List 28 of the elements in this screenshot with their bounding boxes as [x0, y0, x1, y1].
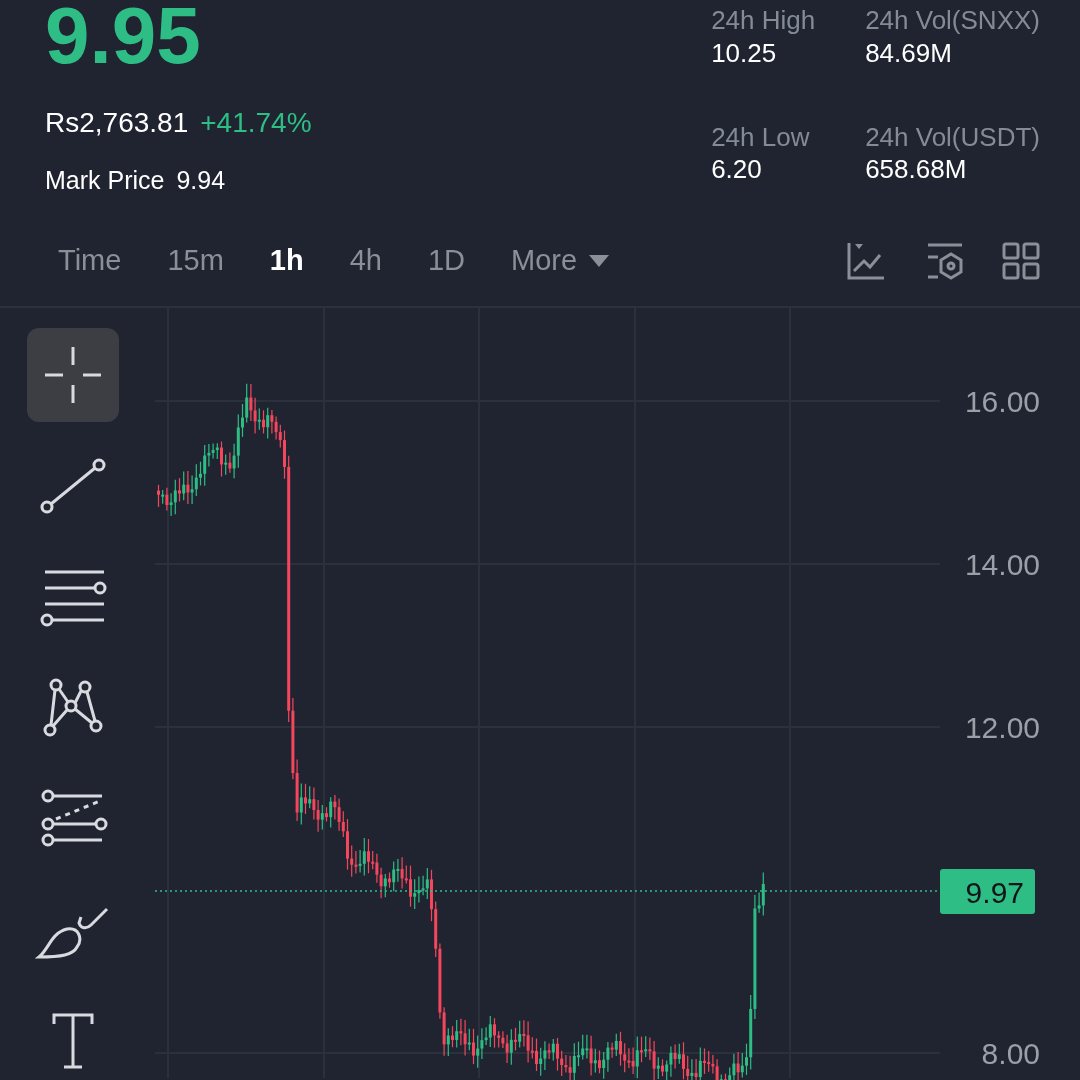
interval-tab[interactable]: 15m	[149, 234, 242, 287]
price-axis-label: 8.00	[981, 1037, 1040, 1070]
price-axis-label: 12.00	[964, 711, 1040, 744]
stat-value: 84.69M	[865, 36, 953, 69]
price-axis-label: 16.00	[964, 385, 1040, 418]
fiat-price: Rs2,763.81	[45, 106, 189, 140]
stat-value: 6.20	[711, 153, 763, 186]
stat-label: 24h Low	[711, 120, 811, 153]
last-price: 9.95	[45, 0, 202, 76]
stat-value: 658.68M	[865, 153, 968, 186]
stat-value: 10.25	[711, 36, 778, 69]
mark-price-value: 9.94	[176, 165, 226, 196]
interval-tab[interactable]: 1h	[251, 234, 322, 287]
current-price-value: 9.97	[965, 876, 1024, 909]
interval-tab[interactable]: 1D	[409, 234, 483, 287]
price-change: +41.74%	[200, 106, 312, 140]
interval-tab[interactable]: 4h	[331, 234, 400, 287]
stat-label: 24h Vol(USDT)	[865, 120, 1040, 153]
stat-label: 24h High	[711, 4, 817, 37]
interval-tab[interactable]: Time	[40, 234, 140, 287]
price-axis-label: 14.00	[964, 548, 1040, 581]
crosshair-tool-button[interactable]	[26, 328, 119, 422]
stat-label: 24h Vol(SNXX)	[865, 4, 1040, 37]
mark-price-label: Mark Price	[45, 165, 165, 196]
more-dropdown[interactable]: More	[493, 234, 628, 287]
caret-icon	[589, 254, 610, 267]
grid-layout-icon[interactable]	[1002, 241, 1040, 280]
chart-type-icon[interactable]	[846, 240, 886, 281]
